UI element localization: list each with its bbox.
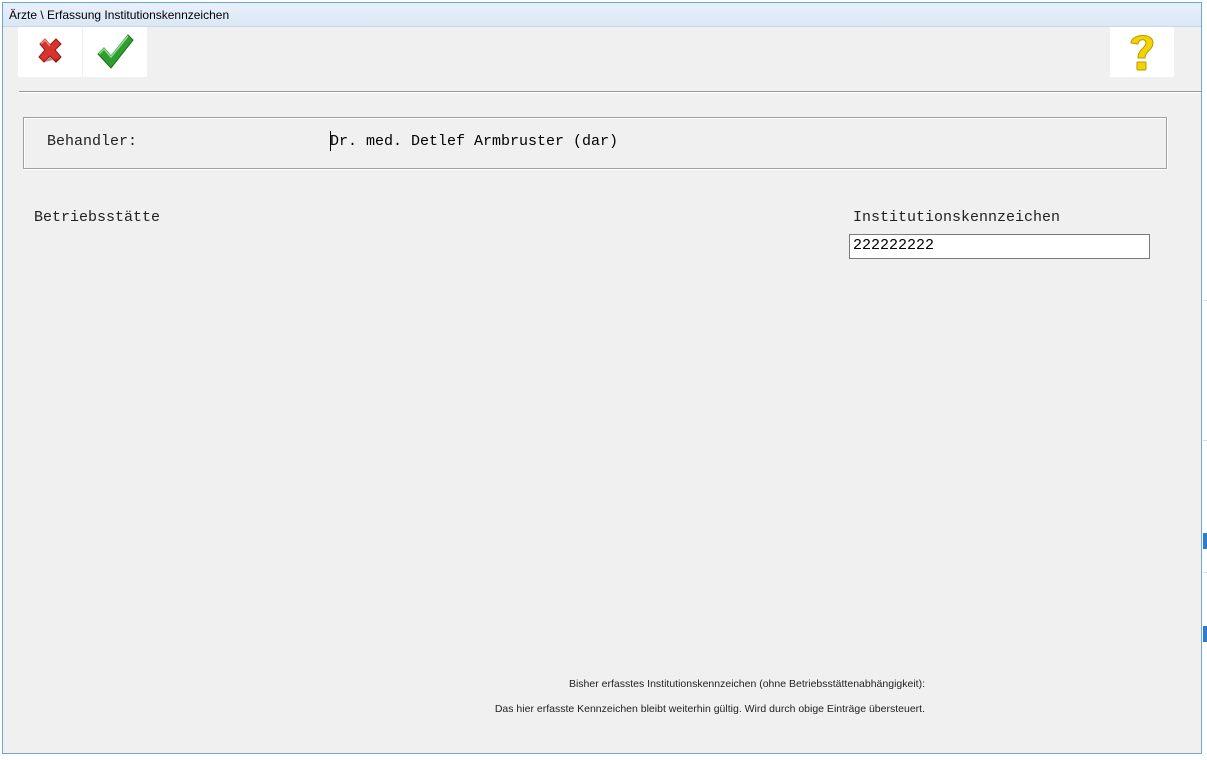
question-mark-icon <box>1130 35 1154 71</box>
background-divider <box>1203 572 1207 573</box>
betriebsstaette-label: Betriebsstätte <box>34 209 161 226</box>
background-divider <box>1203 440 1207 441</box>
close-icon <box>38 38 62 63</box>
behandler-value[interactable]: Dr. med. Detlef Armbruster (dar) <box>330 133 618 150</box>
institutionskennzeichen-input[interactable]: 222222222 <box>849 234 1150 259</box>
info-previous-ik: Bisher erfasstes Institutionskennzeichen… <box>568 678 925 690</box>
window-title: Ärzte \ Erfassung Institutionskennzeiche… <box>9 8 230 22</box>
background-highlight <box>1203 533 1207 549</box>
dialog-window: Ärzte \ Erfassung Institutionskennzeiche… <box>2 2 1202 754</box>
confirm-button[interactable] <box>83 27 147 77</box>
behandler-label: Behandler: <box>47 133 138 150</box>
background-divider <box>1203 300 1207 301</box>
cancel-button[interactable] <box>18 27 82 77</box>
institutionskennzeichen-label: Institutionskennzeichen <box>853 209 1061 226</box>
help-button[interactable] <box>1110 27 1174 77</box>
background-highlight <box>1203 626 1207 642</box>
toolbar-separator <box>19 91 1201 93</box>
checkmark-icon <box>97 34 134 69</box>
info-override-note: Das hier erfasste Kennzeichen bleibt wei… <box>494 703 925 715</box>
behandler-group: Behandler: Dr. med. Detlef Armbruster (d… <box>23 117 1167 169</box>
text-caret <box>330 131 331 151</box>
title-bar[interactable]: Ärzte \ Erfassung Institutionskennzeiche… <box>3 3 1201 27</box>
